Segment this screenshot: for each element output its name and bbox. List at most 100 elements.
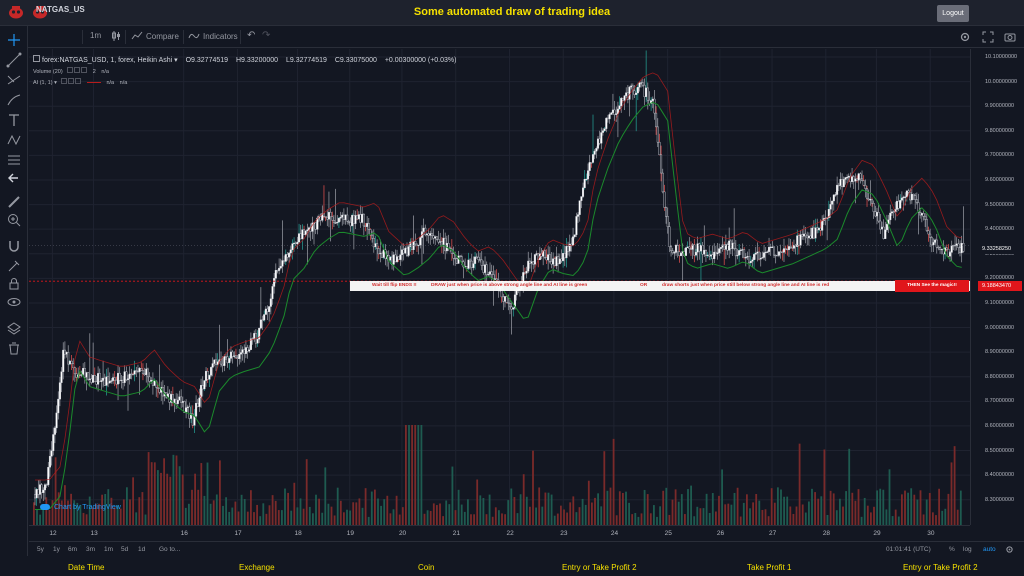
zoom-in-icon[interactable]: [6, 212, 22, 228]
candle-body: [439, 241, 442, 243]
range-button-5y[interactable]: 5y: [37, 546, 44, 553]
candle-body: [523, 272, 526, 274]
candle-body: [885, 223, 888, 231]
trash-icon[interactable]: [6, 340, 22, 356]
layers-icon[interactable]: [6, 320, 22, 336]
candle-body: [397, 256, 400, 260]
volume-bar: [746, 494, 748, 525]
fullscreen-icon[interactable]: [982, 31, 994, 43]
volume-bar: [163, 458, 165, 525]
ai-legend[interactable]: AI (1, 1) ▾ n/a n/a: [33, 78, 127, 86]
volume-bar: [45, 497, 48, 525]
volume-bar: [178, 466, 181, 525]
candle-body: [641, 82, 644, 86]
watermark[interactable]: Chart by TradingView: [40, 504, 121, 511]
candle-body: [107, 376, 110, 384]
candle-body: [301, 229, 304, 240]
candle-body: [347, 221, 350, 223]
candle-body: [552, 258, 555, 265]
range-button-1m[interactable]: 1m: [104, 546, 113, 553]
range-button-1y[interactable]: 1y: [53, 546, 60, 553]
axis-settings-icon[interactable]: [1005, 545, 1014, 554]
logout-button[interactable]: Logout: [937, 5, 969, 22]
candle-body: [35, 489, 38, 499]
candle-body: [676, 245, 679, 253]
interval-selector[interactable]: 1m: [90, 31, 101, 40]
volume-bar: [575, 512, 578, 525]
candle-body: [610, 112, 613, 115]
symbol-search[interactable]: NATGAS_US: [36, 5, 85, 14]
undo-icon[interactable]: ↶: [247, 30, 255, 41]
volume-bar: [612, 438, 615, 525]
settings-small-icon[interactable]: [74, 67, 81, 73]
volume-bar: [141, 492, 144, 525]
collapse-legend-icon[interactable]: [33, 55, 40, 62]
close-small-icon[interactable]: [81, 67, 88, 73]
volume-bar: [826, 514, 829, 525]
range-button-1d[interactable]: 1d: [138, 546, 145, 553]
candle-body: [126, 378, 129, 381]
candle-body: [897, 201, 900, 209]
candle-body: [563, 253, 566, 259]
eye-icon[interactable]: [6, 294, 22, 310]
candle-body: [738, 250, 741, 256]
crosshair-icon[interactable]: [6, 32, 22, 48]
candle-body: [960, 243, 963, 254]
volume-bar: [786, 496, 789, 525]
ruler-icon[interactable]: [6, 194, 22, 210]
lock-icon[interactable]: [6, 276, 22, 292]
range-button-3m[interactable]: 3m: [86, 546, 95, 553]
candle-body: [713, 251, 716, 260]
volume-legend[interactable]: Volume (20) 2 n/a: [33, 67, 109, 75]
trend-line-icon[interactable]: [6, 52, 22, 68]
time-tick-label: 12: [49, 530, 57, 537]
indicators-button[interactable]: Indicators: [203, 32, 238, 41]
candle-body: [45, 484, 48, 486]
camera-icon[interactable]: [1004, 31, 1016, 43]
settings-small-icon[interactable]: [68, 78, 75, 84]
visibility-icon[interactable]: [61, 78, 68, 84]
candle-body: [773, 246, 776, 256]
volume-bar: [494, 507, 497, 525]
candle-body: [356, 215, 359, 220]
text-tool-icon[interactable]: [6, 112, 22, 128]
visibility-icon[interactable]: [67, 67, 74, 73]
candle-body: [558, 258, 561, 265]
compare-icon[interactable]: [131, 31, 143, 41]
candle-body: [487, 274, 490, 276]
settings-icon[interactable]: [959, 31, 971, 43]
candle-body: [689, 248, 692, 250]
price-tick-label: 8.60000000: [985, 422, 1015, 429]
lock-drawing-icon[interactable]: [6, 258, 22, 274]
percent-toggle[interactable]: %: [949, 546, 955, 553]
volume-bar: [935, 515, 937, 525]
candle-body: [678, 251, 681, 257]
candle-style-icon[interactable]: [110, 30, 122, 42]
candle-body: [701, 245, 704, 255]
indicators-icon[interactable]: [188, 31, 200, 41]
log-toggle[interactable]: log: [963, 546, 972, 553]
volume-bar: [358, 498, 361, 525]
volume-bar: [380, 505, 382, 525]
volume-bar: [876, 490, 878, 525]
volume-bar: [804, 512, 807, 525]
auto-toggle[interactable]: auto: [983, 546, 996, 553]
close-small-icon[interactable]: [75, 78, 82, 84]
volume-bar: [197, 489, 200, 525]
prediction-tool-icon[interactable]: [6, 152, 22, 168]
brush-icon[interactable]: [6, 92, 22, 108]
compare-button[interactable]: Compare: [146, 32, 179, 41]
magnet-icon[interactable]: [6, 238, 22, 254]
candle-body: [474, 256, 477, 264]
fib-tool-icon[interactable]: [6, 72, 22, 88]
range-button-5d[interactable]: 5d: [121, 546, 128, 553]
candle-body: [625, 92, 628, 97]
goto-button[interactable]: Go to...: [159, 546, 180, 553]
legend-symbol[interactable]: forex:NATGAS_USD, 1, forex, Heikin Ashi: [42, 57, 172, 64]
candle-body: [244, 347, 247, 354]
pattern-tool-icon[interactable]: [6, 132, 22, 148]
back-arrow-icon[interactable]: [6, 170, 22, 186]
range-button-6m[interactable]: 6m: [68, 546, 77, 553]
candle-body: [158, 388, 161, 393]
redo-icon[interactable]: ↷: [262, 30, 270, 41]
